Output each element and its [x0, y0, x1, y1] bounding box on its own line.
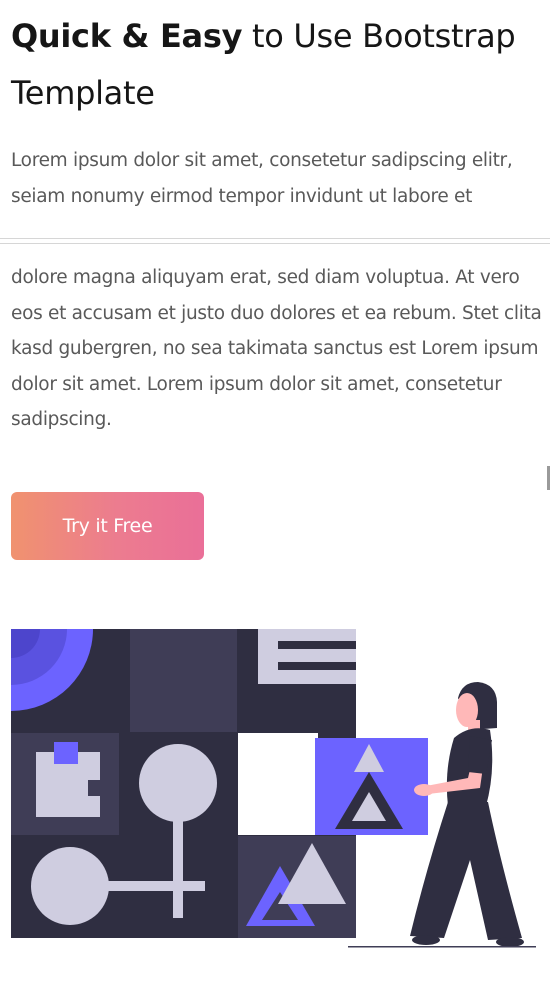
person-shoe-left — [412, 935, 440, 945]
connector-circle-icon — [31, 847, 109, 925]
ground-line — [348, 946, 536, 948]
tile-top-middle — [130, 629, 237, 732]
pin-stem — [173, 820, 183, 918]
connector-bar — [105, 881, 205, 891]
person-hand — [414, 784, 434, 796]
purple-square-icon — [54, 742, 78, 764]
hero-paragraph-bottom: dolore magna aliquyam erat, sed diam vol… — [11, 267, 542, 430]
tile-white — [238, 733, 318, 835]
try-it-free-button[interactable]: Try it Free — [11, 492, 204, 560]
pin-circle-icon — [139, 744, 217, 822]
hero-headline: Quick & Easy to Use Bootstrap Template — [11, 8, 541, 122]
page: Quick & Easy to Use Bootstrap Template L… — [0, 0, 550, 1004]
headline-bold: Quick & Easy — [11, 17, 243, 55]
document-shape-icon — [258, 629, 356, 684]
person-shoe-right — [496, 937, 524, 947]
section-divider — [0, 238, 550, 244]
person-holding-shapes-illustration — [11, 629, 536, 948]
hero-paragraph-top: Lorem ipsum dolor sit amet, consetetur s… — [11, 150, 513, 207]
